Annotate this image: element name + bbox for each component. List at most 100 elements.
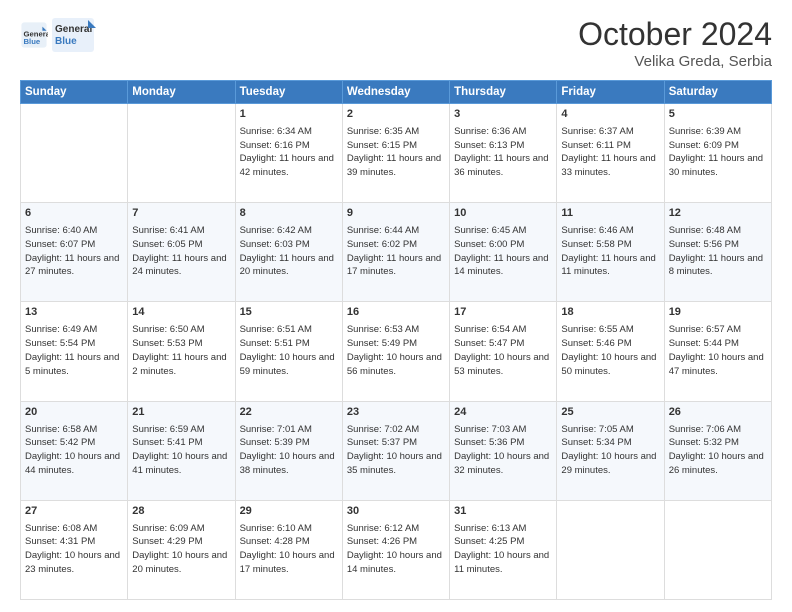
cell-content: 11Sunrise: 6:46 AMSunset: 5:58 PMDayligh… (561, 206, 659, 279)
day-number: 2 (347, 107, 445, 123)
day-info: Sunrise: 6:41 AMSunset: 6:05 PMDaylight:… (132, 225, 226, 277)
day-info: Sunrise: 6:12 AMSunset: 4:26 PMDaylight:… (347, 523, 442, 575)
day-info: Sunrise: 6:13 AMSunset: 4:25 PMDaylight:… (454, 523, 549, 575)
day-number: 25 (561, 405, 659, 421)
day-cell: 27Sunrise: 6:08 AMSunset: 4:31 PMDayligh… (21, 500, 128, 599)
day-cell: 2Sunrise: 6:35 AMSunset: 6:15 PMDaylight… (342, 104, 449, 203)
day-number: 16 (347, 305, 445, 321)
title-block: October 2024 Velika Greda, Serbia (578, 16, 772, 70)
day-cell: 4Sunrise: 6:37 AMSunset: 6:11 PMDaylight… (557, 104, 664, 203)
day-number: 27 (25, 504, 123, 520)
cell-content: 20Sunrise: 6:58 AMSunset: 5:42 PMDayligh… (25, 405, 123, 478)
cell-content: 13Sunrise: 6:49 AMSunset: 5:54 PMDayligh… (25, 305, 123, 378)
day-number: 18 (561, 305, 659, 321)
col-monday: Monday (128, 81, 235, 104)
cell-content: 23Sunrise: 7:02 AMSunset: 5:37 PMDayligh… (347, 405, 445, 478)
header-row: Sunday Monday Tuesday Wednesday Thursday… (21, 81, 772, 104)
day-cell: 31 Sunrise: 6:13 AMSunset: 4:25 PMDayligh… (450, 500, 557, 599)
svg-text:Blue: Blue (55, 36, 77, 47)
week-row-4: 20Sunrise: 6:58 AMSunset: 5:42 PMDayligh… (21, 401, 772, 500)
cell-content: 5 Sunrise: 6:39 AMSunset: 6:09 PMDaylight… (669, 107, 767, 180)
day-number: 10 (454, 206, 552, 222)
day-number: 5 (669, 107, 767, 123)
day-cell (664, 500, 771, 599)
col-saturday: Saturday (664, 81, 771, 104)
cell-content: 4Sunrise: 6:37 AMSunset: 6:11 PMDaylight… (561, 107, 659, 180)
location-title: Velika Greda, Serbia (578, 53, 772, 70)
week-row-3: 13Sunrise: 6:49 AMSunset: 5:54 PMDayligh… (21, 302, 772, 401)
day-info: Sunrise: 6:10 AMSunset: 4:28 PMDaylight:… (240, 523, 335, 575)
day-cell: 19Sunrise: 6:57 AMSunset: 5:44 PMDayligh… (664, 302, 771, 401)
day-number: 8 (240, 206, 338, 222)
cell-content: 8Sunrise: 6:42 AMSunset: 6:03 PMDaylight… (240, 206, 338, 279)
day-number: 22 (240, 405, 338, 421)
month-title: October 2024 (578, 16, 772, 53)
day-cell: 29 Sunrise: 6:10 AMSunset: 4:28 PMDayligh… (235, 500, 342, 599)
day-number: 29 (240, 504, 338, 520)
day-cell: 5 Sunrise: 6:39 AMSunset: 6:09 PMDaylight… (664, 104, 771, 203)
logo-graphic: General Blue (52, 16, 96, 54)
cell-content: 21Sunrise: 6:59 AMSunset: 5:41 PMDayligh… (132, 405, 230, 478)
cell-content: 25 Sunrise: 7:05 AMSunset: 5:34 PMDayligh… (561, 405, 659, 478)
cell-content: 30 Sunrise: 6:12 AMSunset: 4:26 PMDayligh… (347, 504, 445, 577)
logo: General Blue General Blue (20, 16, 96, 54)
cell-content: 27Sunrise: 6:08 AMSunset: 4:31 PMDayligh… (25, 504, 123, 577)
day-info: Sunrise: 6:48 AMSunset: 5:56 PMDaylight:… (669, 225, 763, 277)
day-cell: 17 Sunrise: 6:54 AMSunset: 5:47 PMDayligh… (450, 302, 557, 401)
cell-content: 24 Sunrise: 7:03 AMSunset: 5:36 PMDayligh… (454, 405, 552, 478)
col-sunday: Sunday (21, 81, 128, 104)
day-cell: 3 Sunrise: 6:36 AMSunset: 6:13 PMDaylight… (450, 104, 557, 203)
day-cell (128, 104, 235, 203)
svg-text:General: General (55, 24, 92, 35)
day-info: Sunrise: 6:39 AMSunset: 6:09 PMDaylight:… (669, 126, 763, 178)
day-cell: 18 Sunrise: 6:55 AMSunset: 5:46 PMDayligh… (557, 302, 664, 401)
day-info: Sunrise: 6:44 AMSunset: 6:02 PMDaylight:… (347, 225, 441, 277)
week-row-1: 1 Sunrise: 6:34 AMSunset: 6:16 PMDaylight… (21, 104, 772, 203)
day-number: 1 (240, 107, 338, 123)
day-cell: 26Sunrise: 7:06 AMSunset: 5:32 PMDayligh… (664, 401, 771, 500)
day-info: Sunrise: 6:55 AMSunset: 5:46 PMDaylight:… (561, 324, 656, 376)
day-cell: 12Sunrise: 6:48 AMSunset: 5:56 PMDayligh… (664, 203, 771, 302)
day-number: 4 (561, 107, 659, 123)
cell-content: 7 Sunrise: 6:41 AMSunset: 6:05 PMDaylight… (132, 206, 230, 279)
day-cell: 13Sunrise: 6:49 AMSunset: 5:54 PMDayligh… (21, 302, 128, 401)
cell-content: 31 Sunrise: 6:13 AMSunset: 4:25 PMDayligh… (454, 504, 552, 577)
col-tuesday: Tuesday (235, 81, 342, 104)
cell-content: 18 Sunrise: 6:55 AMSunset: 5:46 PMDayligh… (561, 305, 659, 378)
day-cell: 7 Sunrise: 6:41 AMSunset: 6:05 PMDaylight… (128, 203, 235, 302)
cell-content: 17 Sunrise: 6:54 AMSunset: 5:47 PMDayligh… (454, 305, 552, 378)
day-number: 24 (454, 405, 552, 421)
week-row-2: 6Sunrise: 6:40 AMSunset: 6:07 PMDaylight… (21, 203, 772, 302)
day-cell: 1 Sunrise: 6:34 AMSunset: 6:16 PMDaylight… (235, 104, 342, 203)
cell-content: 9Sunrise: 6:44 AMSunset: 6:02 PMDaylight… (347, 206, 445, 279)
cell-content: 19Sunrise: 6:57 AMSunset: 5:44 PMDayligh… (669, 305, 767, 378)
day-info: Sunrise: 7:02 AMSunset: 5:37 PMDaylight:… (347, 424, 442, 476)
day-cell: 9Sunrise: 6:44 AMSunset: 6:02 PMDaylight… (342, 203, 449, 302)
day-cell: 10Sunrise: 6:45 AMSunset: 6:00 PMDayligh… (450, 203, 557, 302)
day-info: Sunrise: 7:03 AMSunset: 5:36 PMDaylight:… (454, 424, 549, 476)
day-info: Sunrise: 6:36 AMSunset: 6:13 PMDaylight:… (454, 126, 548, 178)
day-number: 28 (132, 504, 230, 520)
day-cell: 16Sunrise: 6:53 AMSunset: 5:49 PMDayligh… (342, 302, 449, 401)
day-number: 17 (454, 305, 552, 321)
day-number: 31 (454, 504, 552, 520)
day-number: 3 (454, 107, 552, 123)
day-info: Sunrise: 6:57 AMSunset: 5:44 PMDaylight:… (669, 324, 764, 376)
day-info: Sunrise: 6:54 AMSunset: 5:47 PMDaylight:… (454, 324, 549, 376)
day-info: Sunrise: 6:34 AMSunset: 6:16 PMDaylight:… (240, 126, 334, 178)
day-info: Sunrise: 7:05 AMSunset: 5:34 PMDaylight:… (561, 424, 656, 476)
cell-content: 22Sunrise: 7:01 AMSunset: 5:39 PMDayligh… (240, 405, 338, 478)
cell-content: 12Sunrise: 6:48 AMSunset: 5:56 PMDayligh… (669, 206, 767, 279)
col-thursday: Thursday (450, 81, 557, 104)
day-number: 14 (132, 305, 230, 321)
day-number: 7 (132, 206, 230, 222)
cell-content: 28Sunrise: 6:09 AMSunset: 4:29 PMDayligh… (132, 504, 230, 577)
day-cell: 14Sunrise: 6:50 AMSunset: 5:53 PMDayligh… (128, 302, 235, 401)
cell-content: 1 Sunrise: 6:34 AMSunset: 6:16 PMDaylight… (240, 107, 338, 180)
header: General Blue General Blue October 2024 V… (20, 16, 772, 70)
day-info: Sunrise: 6:58 AMSunset: 5:42 PMDaylight:… (25, 424, 120, 476)
day-cell: 20Sunrise: 6:58 AMSunset: 5:42 PMDayligh… (21, 401, 128, 500)
day-number: 30 (347, 504, 445, 520)
day-cell: 22Sunrise: 7:01 AMSunset: 5:39 PMDayligh… (235, 401, 342, 500)
day-cell: 6Sunrise: 6:40 AMSunset: 6:07 PMDaylight… (21, 203, 128, 302)
